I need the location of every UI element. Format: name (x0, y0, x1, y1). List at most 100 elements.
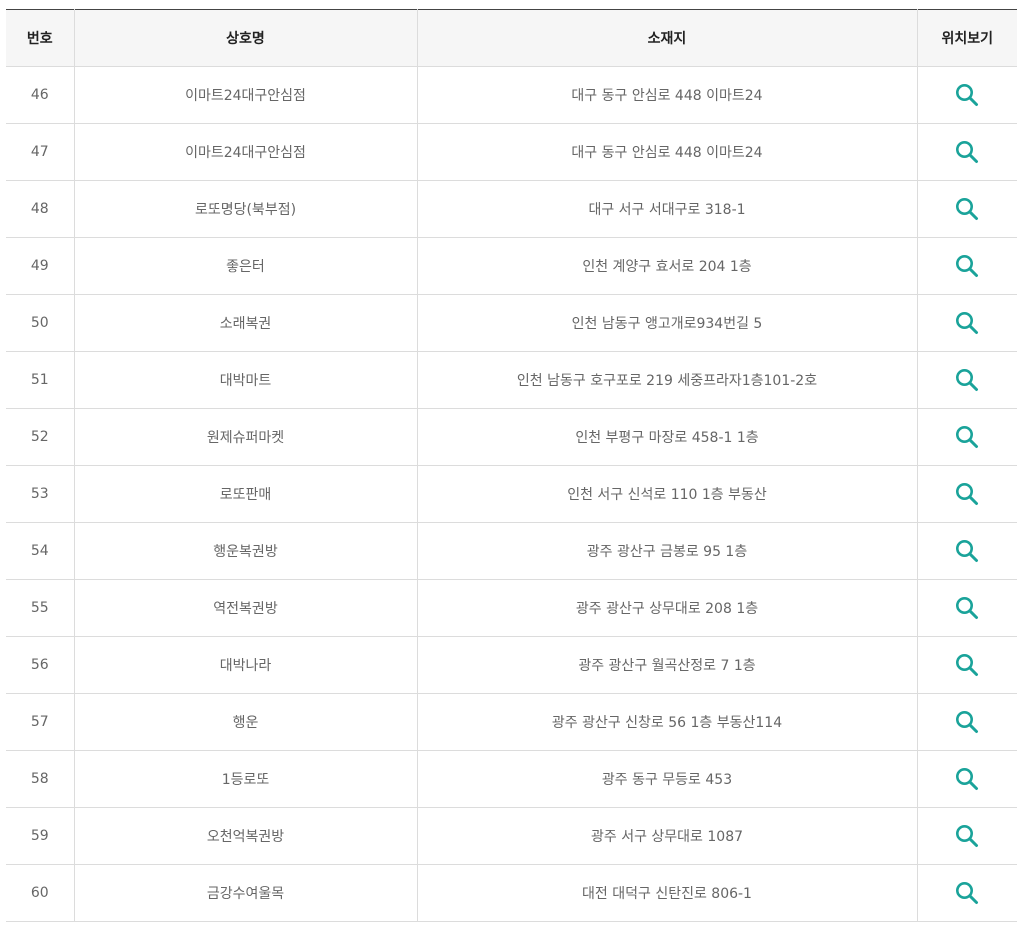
row-store-name: 1등로또 (73, 750, 417, 808)
table-row: 58 1등로또 광주 동구 무등로 453 (6, 750, 1017, 808)
row-location-cell (916, 636, 1017, 694)
row-number: 47 (6, 123, 74, 181)
header-location: 위치보기 (916, 9, 1017, 67)
row-location-cell (916, 864, 1017, 922)
search-icon (956, 141, 979, 163)
search-icon (956, 483, 979, 505)
row-number: 56 (6, 636, 74, 694)
row-address: 인천 남동구 호구포로 219 세중프라자1층101-2호 (416, 351, 917, 409)
header-row: 번호 상호명 소재지 위치보기 (6, 9, 1017, 67)
search-icon (956, 312, 979, 334)
row-number: 49 (6, 237, 74, 295)
row-store-name: 이마트24대구안심점 (73, 66, 417, 124)
row-number: 53 (6, 465, 74, 523)
view-location-button[interactable] (954, 424, 980, 450)
row-number: 50 (6, 294, 74, 352)
view-location-button[interactable] (954, 310, 980, 336)
view-location-button[interactable] (954, 253, 980, 279)
row-location-cell (916, 579, 1017, 637)
table-row: 57 행운 광주 광산구 신창로 56 1층 부동산114 (6, 693, 1017, 751)
search-icon (956, 198, 979, 220)
row-location-cell (916, 294, 1017, 352)
row-store-name: 오천억복권방 (73, 807, 417, 865)
search-icon (956, 825, 979, 847)
row-number: 55 (6, 579, 74, 637)
table-row: 50 소래복권 인천 남동구 앵고개로934번길 5 (6, 294, 1017, 352)
row-number: 51 (6, 351, 74, 409)
row-address: 인천 계양구 효서로 204 1층 (416, 237, 917, 295)
table-row: 60 금강수여울목 대전 대덕구 신탄진로 806-1 (6, 864, 1017, 922)
header-address: 소재지 (416, 9, 917, 67)
row-location-cell (916, 180, 1017, 238)
row-address: 인천 부평구 마장로 458-1 1층 (416, 408, 917, 466)
table-row: 56 대박나라 광주 광산구 월곡산정로 7 1층 (6, 636, 1017, 694)
view-location-button[interactable] (954, 196, 980, 222)
table-row: 46 이마트24대구안심점 대구 동구 안심로 448 이마트24 (6, 66, 1017, 124)
search-icon (956, 84, 979, 106)
view-location-button[interactable] (954, 766, 980, 792)
header-store-name: 상호명 (73, 9, 417, 67)
header-number: 번호 (6, 9, 74, 67)
row-location-cell (916, 465, 1017, 523)
row-store-name: 이마트24대구안심점 (73, 123, 417, 181)
row-number: 52 (6, 408, 74, 466)
row-location-cell (916, 351, 1017, 409)
view-location-button[interactable] (954, 880, 980, 906)
row-location-cell (916, 750, 1017, 808)
table-row: 48 로또명당(북부점) 대구 서구 서대구로 318-1 (6, 180, 1017, 238)
table-row: 59 오천억복권방 광주 서구 상무대로 1087 (6, 807, 1017, 865)
row-number: 48 (6, 180, 74, 238)
row-address: 인천 서구 신석로 110 1층 부동산 (416, 465, 917, 523)
search-icon (956, 255, 979, 277)
view-location-button[interactable] (954, 82, 980, 108)
table-header: 번호 상호명 소재지 위치보기 (6, 9, 1017, 67)
view-location-button[interactable] (954, 823, 980, 849)
row-address: 광주 광산구 월곡산정로 7 1층 (416, 636, 917, 694)
row-location-cell (916, 237, 1017, 295)
row-store-name: 행운 (73, 693, 417, 751)
row-address: 광주 서구 상무대로 1087 (416, 807, 917, 865)
view-location-button[interactable] (954, 367, 980, 393)
table-row: 54 행운복권방 광주 광산구 금봉로 95 1층 (6, 522, 1017, 580)
search-icon (956, 540, 979, 562)
row-address: 대구 동구 안심로 448 이마트24 (416, 123, 917, 181)
store-table: 번호 상호명 소재지 위치보기 46 이마트24대구안심점 대구 동구 안심로 … (6, 9, 1017, 922)
row-store-name: 금강수여울목 (73, 864, 417, 922)
view-location-button[interactable] (954, 595, 980, 621)
search-icon (956, 711, 979, 733)
search-icon (956, 768, 979, 790)
row-number: 58 (6, 750, 74, 808)
row-address: 대구 서구 서대구로 318-1 (416, 180, 917, 238)
row-store-name: 소래복권 (73, 294, 417, 352)
search-icon (956, 654, 979, 676)
view-location-button[interactable] (954, 709, 980, 735)
table-row: 47 이마트24대구안심점 대구 동구 안심로 448 이마트24 (6, 123, 1017, 181)
row-store-name: 좋은터 (73, 237, 417, 295)
row-location-cell (916, 66, 1017, 124)
row-number: 54 (6, 522, 74, 580)
view-location-button[interactable] (954, 481, 980, 507)
row-location-cell (916, 408, 1017, 466)
row-number: 59 (6, 807, 74, 865)
view-location-button[interactable] (954, 139, 980, 165)
row-address: 광주 광산구 금봉로 95 1층 (416, 522, 917, 580)
row-number: 57 (6, 693, 74, 751)
table-row: 52 원제슈퍼마켓 인천 부평구 마장로 458-1 1층 (6, 408, 1017, 466)
row-store-name: 대박마트 (73, 351, 417, 409)
row-store-name: 대박나라 (73, 636, 417, 694)
view-location-button[interactable] (954, 538, 980, 564)
row-store-name: 역전복권방 (73, 579, 417, 637)
table-row: 55 역전복권방 광주 광산구 상무대로 208 1층 (6, 579, 1017, 637)
table-row: 53 로또판매 인천 서구 신석로 110 1층 부동산 (6, 465, 1017, 523)
search-icon (956, 426, 979, 448)
store-list: 번호 상호명 소재지 위치보기 46 이마트24대구안심점 대구 동구 안심로 … (6, 9, 1017, 922)
row-address: 광주 동구 무등로 453 (416, 750, 917, 808)
table-row: 51 대박마트 인천 남동구 호구포로 219 세중프라자1층101-2호 (6, 351, 1017, 409)
table-row: 49 좋은터 인천 계양구 효서로 204 1층 (6, 237, 1017, 295)
search-icon (956, 882, 979, 904)
row-number: 60 (6, 864, 74, 922)
row-store-name: 원제슈퍼마켓 (73, 408, 417, 466)
view-location-button[interactable] (954, 652, 980, 678)
row-location-cell (916, 522, 1017, 580)
row-address: 인천 남동구 앵고개로934번길 5 (416, 294, 917, 352)
